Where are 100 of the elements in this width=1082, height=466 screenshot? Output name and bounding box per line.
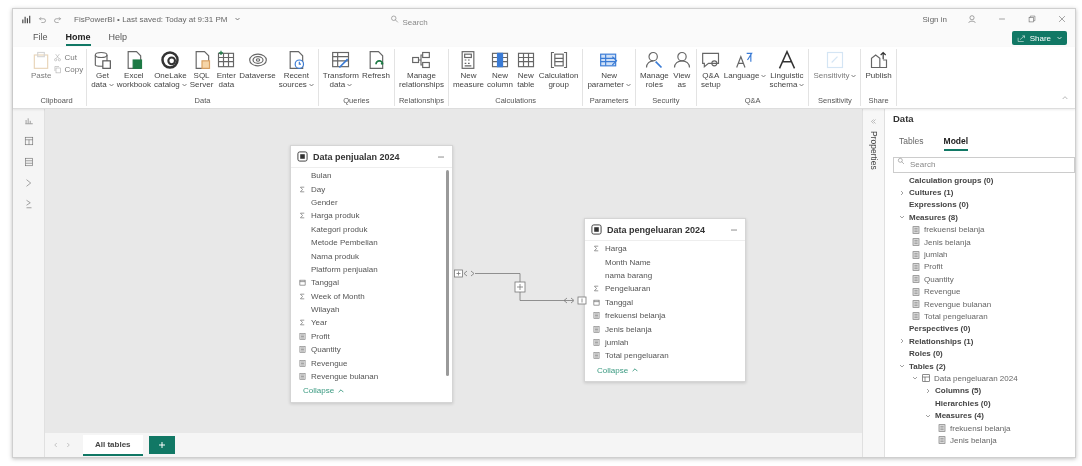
chevron-down-icon[interactable] [925, 412, 931, 419]
ribbon-button[interactable]: New table [514, 49, 537, 90]
relationship-line[interactable] [454, 269, 588, 306]
tree-item[interactable]: Roles (0) [909, 349, 943, 359]
field-name[interactable]: Quantity [311, 345, 341, 355]
ribbon-button[interactable]: Language [722, 49, 768, 81]
tree-item[interactable]: jumlah [924, 250, 948, 260]
sign-in-link[interactable]: Sign in [922, 14, 947, 24]
tree-item[interactable]: Hierarchies (0) [935, 398, 991, 408]
ribbon-button[interactable]: Get data [90, 49, 115, 90]
menu-tab[interactable]: Help [108, 30, 128, 46]
field-name[interactable]: Jenis belanja [605, 324, 652, 334]
tree-item[interactable]: Jenis belanja [950, 435, 997, 445]
tree-item[interactable]: Total pengeluaran [924, 312, 988, 321]
field-name[interactable]: Profit [311, 331, 330, 341]
restore-icon[interactable] [1027, 14, 1037, 24]
field-name[interactable]: Gender [311, 197, 338, 207]
tree-item[interactable]: Tables (2) [909, 361, 946, 371]
chevron-line-icon[interactable] [23, 199, 34, 209]
field-name[interactable]: Pengeluaran [605, 284, 651, 294]
chevron-right-icon[interactable] [925, 387, 931, 394]
field-name[interactable]: Wilayah [311, 305, 340, 315]
scrollbar[interactable] [446, 170, 449, 376]
field-name[interactable]: jumlah [605, 337, 629, 347]
share-button[interactable]: Share [1011, 31, 1067, 45]
table-card[interactable]: Data penjualan 2024 Bulan Day Gender Harga produk Kategori produk Metode Pembelian Nama produk Platform penjualan Tanggal Week of Month Wilayah Year Profit Quantity Revengue Revengue bulanan Collapse [290, 145, 453, 403]
ribbon-button[interactable]: New measure [451, 49, 486, 90]
ribbon-button[interactable]: Publish [864, 49, 893, 81]
tree-item[interactable]: Relationships (1) [909, 336, 974, 346]
tree-item[interactable]: frekuensi belanja [924, 225, 985, 235]
tree-item[interactable]: Cultures (1) [909, 188, 954, 198]
field-name[interactable]: Year [311, 318, 328, 328]
chevron-down-icon[interactable] [899, 214, 905, 221]
search-field[interactable]: Search [386, 14, 587, 31]
tree-item[interactable]: Measures (4) [935, 411, 984, 421]
ribbon-button[interactable]: New column [486, 49, 514, 90]
chevron-right-icon[interactable] [65, 442, 71, 448]
field-name[interactable]: Revengue [311, 358, 348, 368]
bar-chart-icon[interactable] [23, 115, 34, 125]
ribbon-button[interactable]: Dataverse [238, 49, 277, 81]
ribbon-button[interactable]: Recent sources [277, 49, 315, 90]
ribbon-button[interactable]: Linguistic schema [768, 49, 806, 90]
chevron-down-icon[interactable] [899, 363, 905, 370]
tree-item[interactable]: Jenis belanja [924, 237, 971, 247]
field-name[interactable]: Harga [605, 244, 627, 254]
tree-item[interactable]: Measures (8) [909, 212, 958, 222]
ribbon-button[interactable]: SQL Server [188, 49, 215, 90]
tree-item[interactable]: Revengue bulanan [924, 299, 992, 309]
tree-item[interactable]: Revengue [924, 287, 961, 297]
page-tab[interactable]: All tables [83, 434, 143, 456]
field-name[interactable]: Tanggal [605, 297, 634, 307]
chevron-icon[interactable] [23, 178, 34, 188]
ribbon-button[interactable]: Manage roles [638, 49, 670, 90]
ribbon-button[interactable]: Excel workbook [115, 49, 152, 90]
table-icon[interactable] [23, 136, 34, 146]
database-icon[interactable] [23, 157, 34, 167]
chevron-right-icon[interactable] [899, 189, 905, 196]
field-name[interactable]: Total pengeluaran [605, 351, 669, 361]
tree-item[interactable]: frekuensi belanja [950, 423, 1011, 433]
field-name[interactable]: Kategori produk [311, 224, 368, 234]
tree-item[interactable]: Perspectives (0) [909, 324, 971, 334]
field-name[interactable]: Week of Month [311, 291, 365, 301]
ribbon-button[interactable]: OneLake catalog [153, 49, 188, 90]
tree-item[interactable]: Data pengeluaran 2024 [934, 373, 1018, 383]
field-name[interactable]: Revengue bulanan [311, 372, 379, 382]
expand-icon[interactable] [870, 118, 877, 125]
ribbon-button[interactable]: New parameter [586, 49, 632, 90]
ribbon-button[interactable]: Enter data [215, 49, 238, 90]
table-card[interactable]: Data pengeluaran 2024 Harga Month Name nama barang Pengeluaran Tanggal frekuensi belanja Jenis belanja jumlah Total pengeluaran Collapse [584, 218, 746, 382]
close-icon[interactable] [1057, 14, 1067, 24]
ribbon-button[interactable]: Calculation group [537, 49, 580, 90]
ribbon-button[interactable]: Transform data [321, 49, 360, 90]
tree-item[interactable]: Calculation groups (0) [909, 175, 994, 185]
collapse-link[interactable]: Collapse [299, 386, 345, 396]
ribbon-button[interactable]: Manage relationships [398, 49, 445, 90]
chevron-right-icon[interactable] [899, 338, 905, 345]
menu-tab[interactable]: File [33, 30, 48, 46]
field-name[interactable]: Day [311, 184, 326, 194]
collapse-link[interactable]: Collapse [593, 365, 639, 375]
chevron-left-icon[interactable] [53, 442, 59, 448]
ribbon-button[interactable]: View as [670, 49, 693, 90]
field-name[interactable]: frekuensi belanja [605, 311, 666, 321]
tree-item[interactable]: Quantity [924, 274, 954, 284]
add-page-button[interactable] [148, 436, 175, 454]
pane-tab[interactable]: Tables [899, 136, 924, 151]
pane-tab[interactable]: Model [943, 136, 969, 151]
search-field[interactable]: Search [893, 156, 1075, 173]
tree-item[interactable]: Expressions (0) [909, 200, 969, 210]
properties-label[interactable]: Properties [868, 131, 879, 170]
tree-item[interactable]: Columns (5) [935, 386, 982, 396]
field-name[interactable]: Tanggal [311, 278, 340, 288]
field-name[interactable]: Platform penjualan [311, 264, 378, 274]
field-name[interactable]: nama barang [605, 270, 653, 280]
person-icon[interactable] [967, 14, 977, 24]
chevron-down-icon[interactable] [912, 375, 918, 382]
field-name[interactable]: Nama produk [311, 251, 360, 261]
tree-item[interactable]: Profit [924, 262, 943, 272]
ribbon-button[interactable]: Refresh [361, 49, 391, 81]
field-name[interactable]: Harga produk [311, 211, 360, 221]
field-name[interactable]: Bulan [311, 171, 332, 181]
